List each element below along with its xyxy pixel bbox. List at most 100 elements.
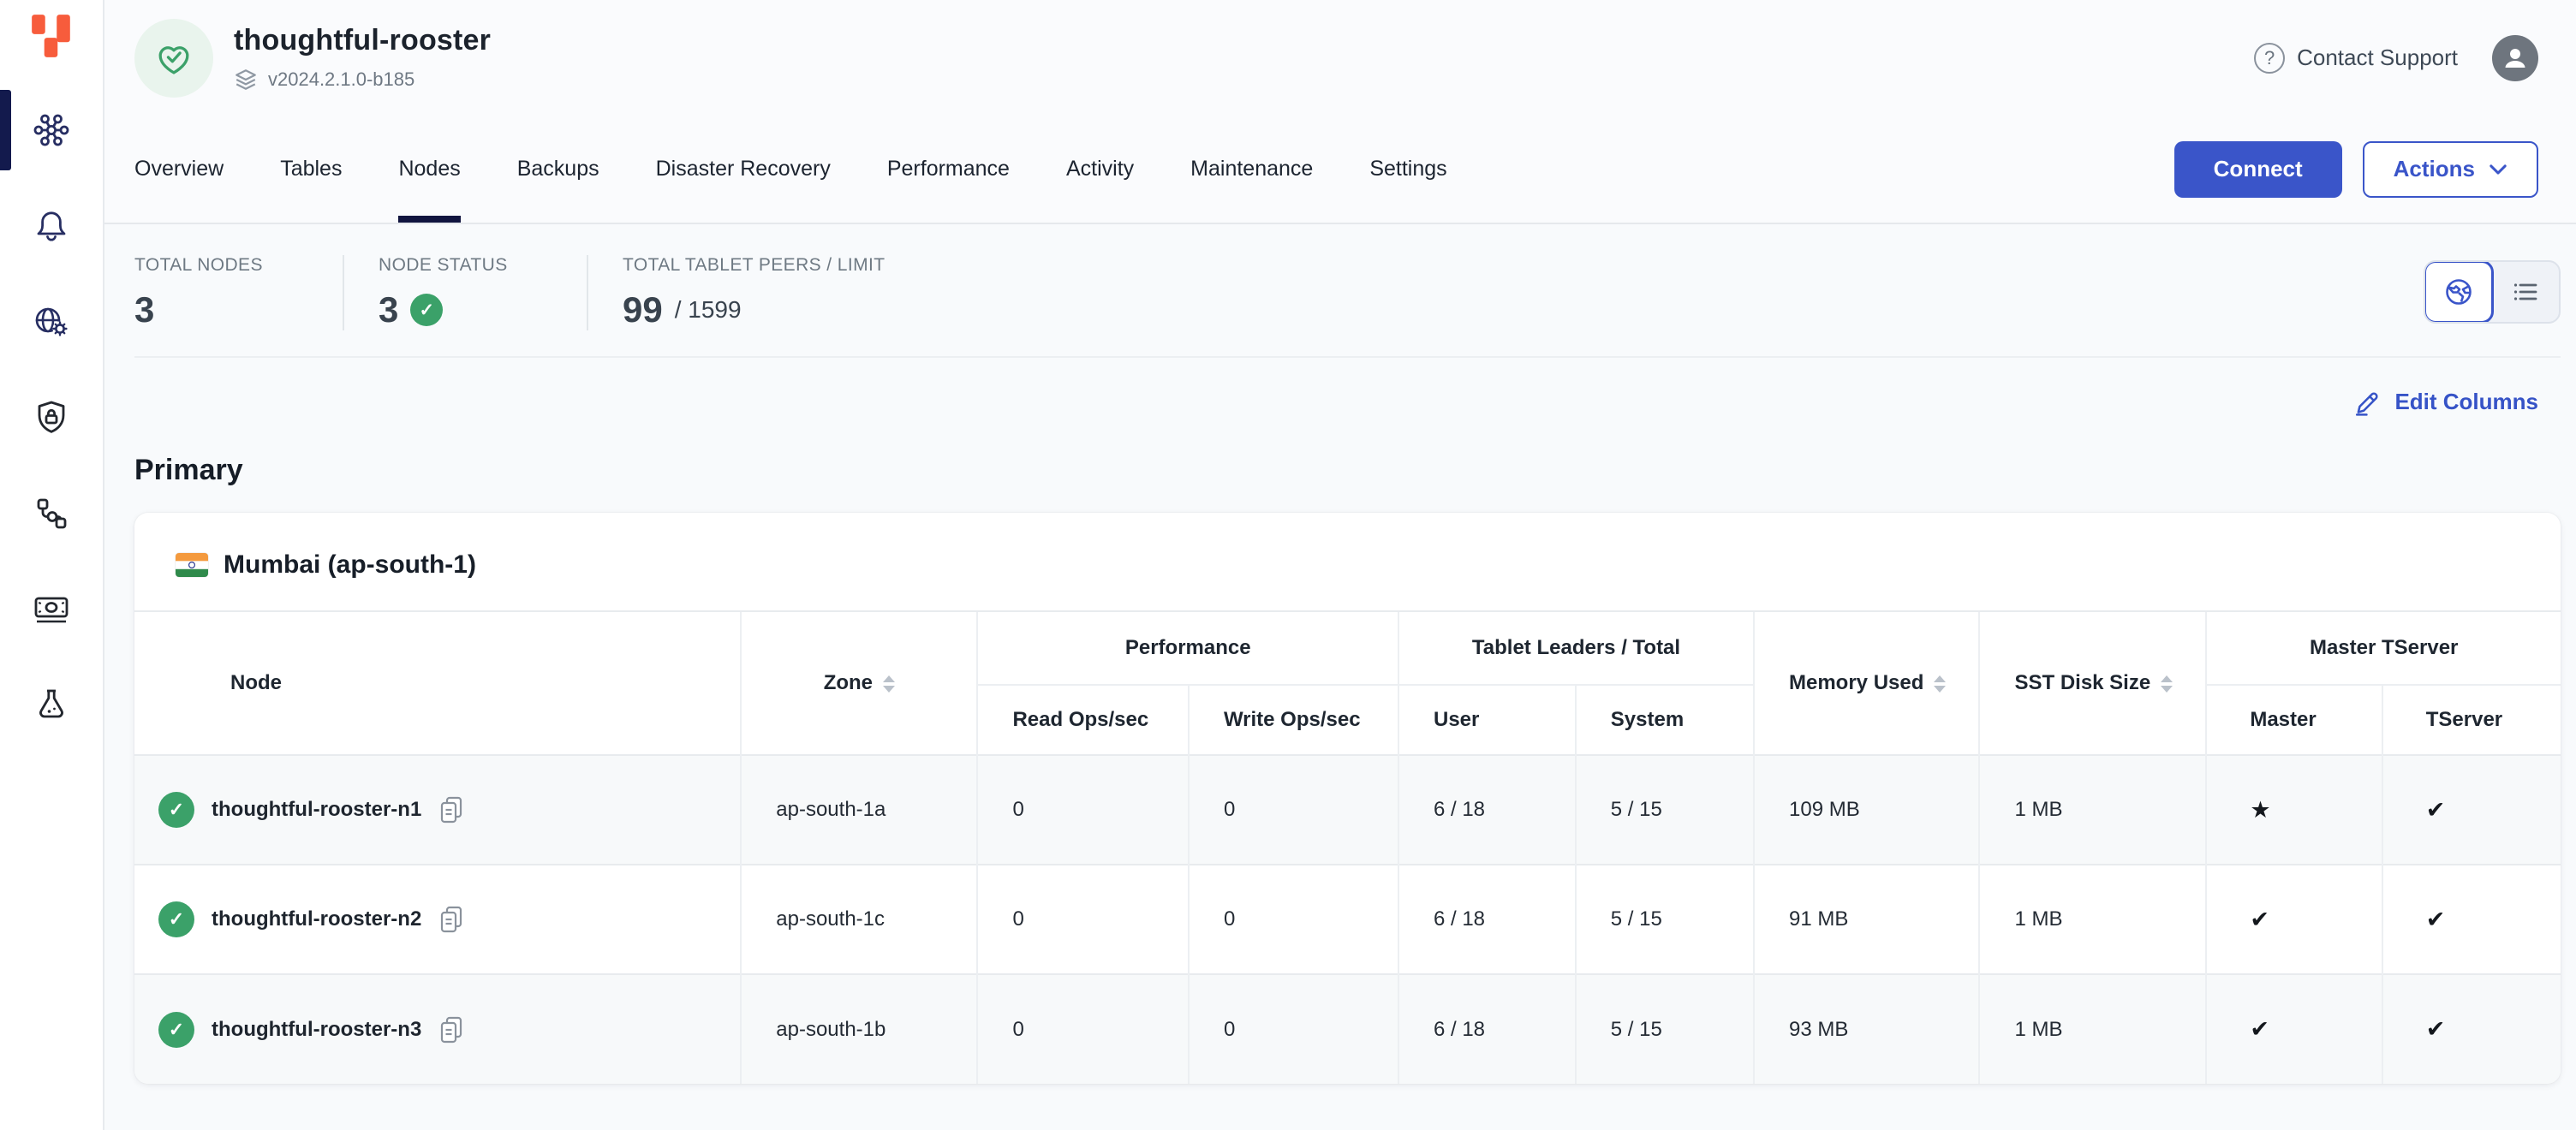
security-shield-lock-icon [33, 399, 70, 437]
cell-system-tablets: 5 / 15 [1576, 865, 1754, 974]
cell-read-ops: 0 [977, 974, 1188, 1084]
cell-sst-disk-size: 1 MB [1979, 865, 2206, 974]
version-row: v2024.2.1.0-b185 [234, 68, 491, 92]
cluster-health-badge [134, 19, 213, 98]
chevron-down-icon [2489, 164, 2507, 175]
copy-icon[interactable] [438, 905, 464, 934]
cell-user-tablets: 6 / 18 [1398, 865, 1576, 974]
sidebar-item-network[interactable] [0, 274, 103, 370]
col-group-tablet-leaders: Tablet Leaders / Total [1398, 611, 1754, 685]
edit-columns-label: Edit Columns [2394, 389, 2538, 415]
copy-icon[interactable] [438, 795, 464, 824]
tab-performance[interactable]: Performance [887, 116, 1010, 223]
cell-sst-disk-size: 1 MB [1979, 974, 2206, 1084]
labs-flask-icon [33, 687, 70, 724]
healthy-check-icon: ✓ [410, 294, 443, 326]
content: TOTAL NODES 3 NODE STATUS 3 ✓ TOTAL TABL… [104, 224, 2576, 1130]
contact-support-button[interactable]: ? Contact Support [2254, 43, 2458, 74]
sidebar-item-clusters[interactable] [0, 82, 103, 178]
cell-user-tablets: 6 / 18 [1398, 974, 1576, 1084]
cell-write-ops: 0 [1189, 865, 1398, 974]
main-area: thoughtful-rooster v2024.2.1.0-b185 ? Co… [104, 0, 2576, 1130]
node-name-link[interactable]: thoughtful-rooster-n2 [212, 907, 421, 931]
tab-overview[interactable]: Overview [134, 116, 224, 223]
col-header-tserver: TServer [2382, 685, 2561, 755]
nodes-table: Node Zone Performance Tablet Leaders / T… [134, 610, 2561, 1084]
connect-button[interactable]: Connect [2174, 141, 2342, 198]
version-label: v2024.2.1.0-b185 [268, 68, 414, 91]
billing-banknote-icon [32, 591, 71, 628]
map-view-toggle[interactable] [2424, 260, 2494, 324]
node-name-link[interactable]: thoughtful-rooster-n1 [212, 798, 421, 822]
col-header-sst-disk-size[interactable]: SST Disk Size [1979, 611, 2206, 755]
cluster-identity: thoughtful-rooster v2024.2.1.0-b185 [134, 19, 491, 98]
stat-node-status-label: NODE STATUS [379, 255, 587, 276]
region-title: Mumbai (ap-south-1) [224, 550, 476, 580]
network-globe-gear-icon [32, 303, 71, 341]
col-header-user: User [1398, 685, 1576, 755]
tab-activity[interactable]: Activity [1066, 116, 1134, 223]
cell-read-ops: 0 [977, 865, 1188, 974]
tab-actions: Connect Actions [2174, 116, 2538, 223]
tab-disaster-recovery[interactable]: Disaster Recovery [656, 116, 831, 223]
cell-zone: ap-south-1c [741, 865, 977, 974]
cell-tserver-check-icon: ✔ [2382, 865, 2561, 974]
tab-backups[interactable]: Backups [517, 116, 599, 223]
stat-tablet-peers: TOTAL TABLET PEERS / LIMIT 99 / 1599 [587, 255, 885, 330]
clusters-hub-icon [33, 111, 70, 149]
sidebar-nav [0, 82, 103, 753]
sidebar-item-billing[interactable] [0, 562, 103, 657]
user-icon [2501, 44, 2530, 73]
region-card: Mumbai (ap-south-1) Node Zone Performanc… [134, 513, 2561, 1084]
help-icon: ? [2254, 43, 2285, 74]
sidebar-item-security[interactable] [0, 370, 103, 466]
cell-user-tablets: 6 / 18 [1398, 755, 1576, 865]
tab-settings[interactable]: Settings [1369, 116, 1446, 223]
cell-zone: ap-south-1a [741, 755, 977, 865]
col-header-write-ops: Write Ops/sec [1189, 685, 1398, 755]
sidebar-item-alerts[interactable] [0, 178, 103, 274]
edit-columns-button[interactable]: Edit Columns [2353, 387, 2538, 416]
sort-icon [1934, 675, 1946, 693]
col-header-node: Node [134, 611, 741, 755]
cell-read-ops: 0 [977, 755, 1188, 865]
page-title: thoughtful-rooster [234, 24, 491, 57]
contact-support-label: Contact Support [2297, 45, 2458, 71]
tab-nodes[interactable]: Nodes [398, 116, 460, 223]
sort-icon [2161, 675, 2173, 693]
node-name-link[interactable]: thoughtful-rooster-n3 [212, 1018, 421, 1042]
node-healthy-icon: ✓ [158, 792, 194, 828]
sidebar [0, 0, 104, 1130]
sidebar-item-labs[interactable] [0, 657, 103, 753]
tab-bar: Overview Tables Nodes Backups Disaster R… [104, 116, 2576, 224]
user-avatar[interactable] [2492, 35, 2538, 81]
stat-tablet-peers-limit: / 1599 [675, 296, 742, 324]
cell-sst-disk-size: 1 MB [1979, 755, 2206, 865]
topbar-right: ? Contact Support [2254, 35, 2538, 81]
cell-master-check-icon: ✔ [2206, 974, 2382, 1084]
node-healthy-icon: ✓ [158, 1012, 194, 1048]
layers-icon [234, 68, 258, 92]
col-header-zone[interactable]: Zone [741, 611, 977, 755]
list-view-toggle[interactable] [2492, 262, 2559, 322]
tab-maintenance[interactable]: Maintenance [1190, 116, 1313, 223]
stat-tablet-peers-label: TOTAL TABLET PEERS / LIMIT [623, 255, 885, 276]
stat-node-status-value: 3 [379, 289, 398, 330]
copy-icon[interactable] [438, 1015, 464, 1044]
tab-tables[interactable]: Tables [280, 116, 342, 223]
globe-view-icon [2442, 276, 2475, 308]
cell-zone: ap-south-1b [741, 974, 977, 1084]
actions-button[interactable]: Actions [2363, 141, 2538, 198]
stat-total-nodes-value: 3 [134, 289, 154, 330]
col-header-memory-used[interactable]: Memory Used [1754, 611, 1979, 755]
cell-write-ops: 0 [1189, 974, 1398, 1084]
app-window: thoughtful-rooster v2024.2.1.0-b185 ? Co… [0, 0, 2576, 1130]
col-header-system: System [1576, 685, 1754, 755]
sidebar-item-integrations[interactable] [0, 466, 103, 562]
yugabyte-logo[interactable] [29, 12, 74, 60]
stat-total-nodes: TOTAL NODES 3 [134, 255, 343, 330]
col-group-master-tserver: Master TServer [2206, 611, 2561, 685]
alerts-bell-icon [33, 207, 70, 245]
cell-tserver-check-icon: ✔ [2382, 974, 2561, 1084]
cluster-meta: thoughtful-rooster v2024.2.1.0-b185 [234, 24, 491, 92]
